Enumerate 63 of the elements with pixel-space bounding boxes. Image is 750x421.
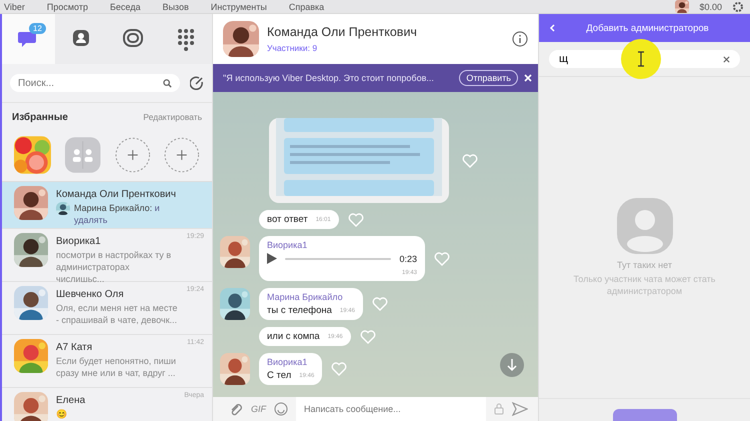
settings-icon[interactable] [732, 0, 744, 12]
message-preview: посмотри в настройках ту в администраторах числишьс... [56, 249, 172, 285]
contact-name: Елена [56, 395, 86, 406]
add-favorite-icon[interactable] [164, 137, 200, 173]
members-count[interactable]: Участники: 9 [267, 43, 504, 53]
menu-item[interactable]: Беседа [110, 0, 140, 14]
banner-text: "Я использую Viber Desktop. Это стоит попробов... [223, 73, 435, 83]
user-placeholder-icon [616, 198, 672, 254]
message-preview: Оля, если меня нет на месте - спрашивай в чате, девочк... [56, 302, 178, 326]
clear-icon[interactable] [723, 56, 730, 62]
info-icon[interactable] [512, 31, 528, 47]
play-icon[interactable] [267, 253, 277, 264]
search-icon [163, 78, 172, 88]
contact-name: А7 Катя [56, 342, 94, 353]
count-badge: 12 [29, 23, 46, 34]
empty-title: Тут таких нет [617, 260, 672, 270]
contact-name: Виорика1 [56, 236, 102, 247]
message-preview: Марина Брикайло: и удалять [74, 202, 161, 226]
send-button[interactable]: Отправить [459, 70, 518, 86]
audio-duration: 0:23 [399, 254, 417, 264]
sender-name: Виорика1 [267, 240, 308, 250]
message-text: или с компа [267, 331, 320, 342]
scroll-down-button[interactable] [500, 353, 524, 377]
heart-icon[interactable] [348, 212, 364, 226]
contact-name: Шевченко Оля [56, 289, 125, 300]
heart-icon[interactable] [372, 297, 388, 311]
heart-icon[interactable] [462, 154, 478, 168]
menu-item[interactable]: Справка [288, 0, 324, 14]
close-icon[interactable] [524, 74, 532, 82]
message-text: ты с телефона [267, 305, 332, 316]
cursor-highlight [621, 39, 661, 79]
edit-link[interactable]: Редактировать [143, 112, 202, 122]
menu-item[interactable]: Вызов [162, 0, 189, 14]
message-preview: 😊 [56, 408, 68, 420]
heart-icon[interactable] [331, 362, 348, 376]
heart-icon[interactable] [434, 252, 450, 266]
message-text: С тел [267, 370, 292, 381]
menu-item[interactable]: Инструменты [210, 0, 267, 14]
gif-button[interactable]: GIF [251, 404, 266, 414]
paperclip-icon[interactable] [229, 402, 243, 416]
back-icon[interactable] [549, 24, 555, 32]
balance-label: $0.00 [699, 2, 722, 12]
send-icon[interactable] [512, 402, 528, 416]
smiley-icon[interactable] [274, 402, 288, 416]
menu-item[interactable]: Viber [4, 0, 25, 14]
sender-name: Марина Брикайло [267, 292, 344, 302]
group-avatar-icon[interactable] [65, 137, 101, 173]
section-title: Избранные [12, 112, 68, 122]
sender-name: Виорика1 [267, 357, 308, 367]
message-text: вот ответ [267, 214, 308, 225]
menu-item[interactable]: Просмотр [46, 0, 88, 14]
add-favorite-icon[interactable] [114, 137, 150, 173]
action-button[interactable] [612, 409, 676, 421]
chat-title: Команда Оли Пренткович [267, 25, 418, 39]
lock-icon[interactable] [494, 403, 504, 415]
message-input[interactable]: Написать сообщение... [296, 397, 486, 421]
search-field[interactable]: Поиск... [10, 74, 180, 92]
chat-item[interactable]: Команда Оли Пренткович Марина Брикайло: и удалять [2, 182, 212, 229]
contact-name: Команда Оли Пренткович [56, 189, 177, 200]
message-preview: Если будет непонятно, пиши сразу мне или в чат, вдруг ... [56, 355, 177, 379]
compose-icon[interactable] [190, 76, 204, 90]
panel-title: Добавить администраторов [585, 22, 710, 34]
heart-icon[interactable] [360, 330, 376, 344]
